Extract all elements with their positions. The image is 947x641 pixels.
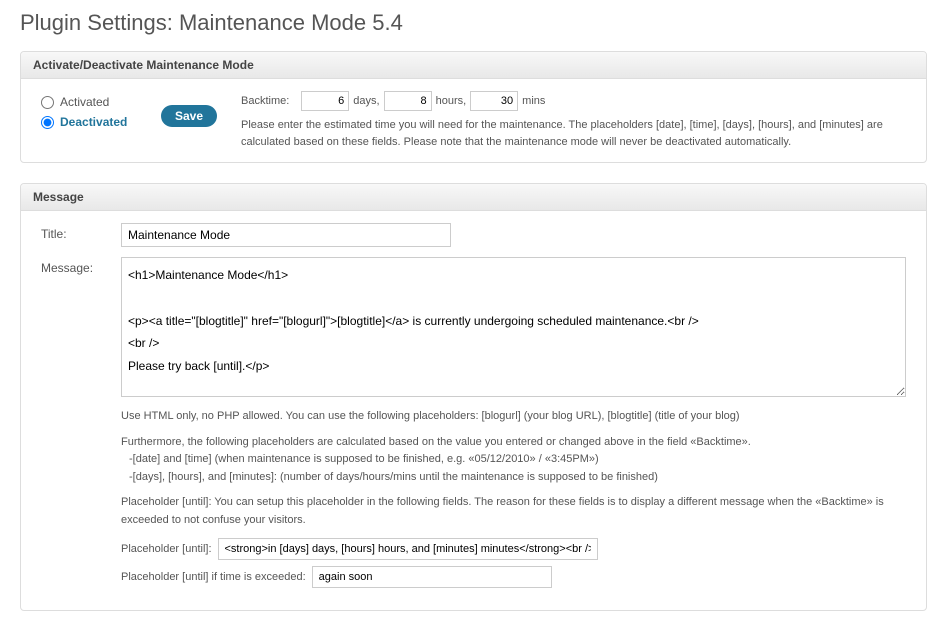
message-label: Message: xyxy=(41,257,121,588)
help-until: Placeholder [until]: You can setup this … xyxy=(121,494,906,529)
hours-unit: hours, xyxy=(436,95,467,107)
mode-radio-group: Activated Deactivated xyxy=(41,91,161,135)
activate-panel-header: Activate/Deactivate Maintenance Mode xyxy=(21,52,926,79)
placeholder-exceeded-input[interactable] xyxy=(312,566,552,588)
radio-activated-label: Activated xyxy=(60,95,109,109)
placeholder-exceeded-label: Placeholder [until] if time is exceeded: xyxy=(121,571,306,583)
mins-input[interactable] xyxy=(470,91,518,111)
message-panel-header: Message xyxy=(21,184,926,211)
placeholder-until-label: Placeholder [until]: xyxy=(121,543,212,555)
backtime-label: Backtime: xyxy=(241,95,289,107)
message-textarea[interactable] xyxy=(121,257,906,397)
title-label: Title: xyxy=(41,223,121,247)
mins-unit: mins xyxy=(522,95,545,107)
hours-input[interactable] xyxy=(384,91,432,111)
days-unit: days, xyxy=(353,95,379,107)
radio-activated-input[interactable] xyxy=(41,96,54,109)
save-button[interactable]: Save xyxy=(161,105,217,127)
message-panel: Message Title: Message: Use HTML only, n… xyxy=(20,183,927,611)
radio-deactivated-input[interactable] xyxy=(41,116,54,129)
page-title: Plugin Settings: Maintenance Mode 5.4 xyxy=(20,10,927,36)
days-input[interactable] xyxy=(301,91,349,111)
activate-panel: Activate/Deactivate Maintenance Mode Act… xyxy=(20,51,927,163)
help-days-hours: -[days], [hours], and [minutes]: (number… xyxy=(129,471,658,483)
help-date-time: -[date] and [time] (when maintenance is … xyxy=(129,453,599,465)
radio-activated[interactable]: Activated xyxy=(41,95,161,109)
title-input[interactable] xyxy=(121,223,451,247)
backtime-hint: Please enter the estimated time you will… xyxy=(241,117,906,150)
help-backtime: Furthermore, the following placeholders … xyxy=(121,436,751,448)
help-placeholders: Use HTML only, no PHP allowed. You can u… xyxy=(121,408,906,426)
placeholder-until-input[interactable] xyxy=(218,538,598,560)
radio-deactivated-label: Deactivated xyxy=(60,115,127,129)
radio-deactivated[interactable]: Deactivated xyxy=(41,115,161,129)
